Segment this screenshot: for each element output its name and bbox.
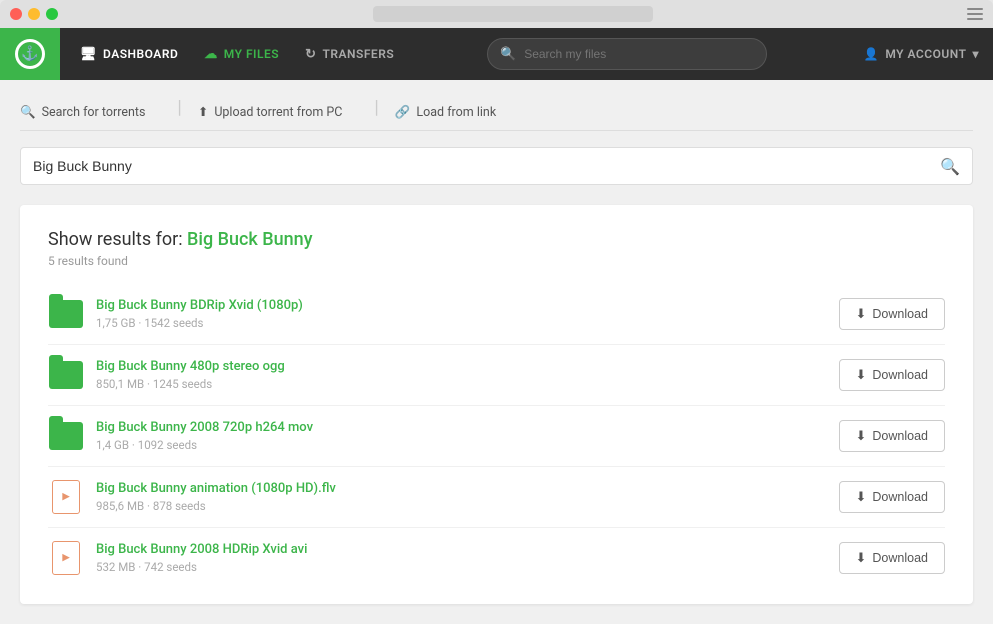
result-name[interactable]: Big Buck Bunny BDRip Xvid (1080p) — [96, 298, 839, 313]
download-button[interactable]: ⬇ Download — [839, 420, 946, 452]
nav-search-bar[interactable]: 🔍 — [487, 38, 767, 70]
account-icon: 👤 — [864, 47, 879, 61]
nav-search-input[interactable] — [524, 47, 754, 61]
folder-icon — [49, 300, 83, 328]
chevron-down-icon: ▾ — [972, 47, 979, 61]
navbar: ⚓ 🖥 DASHBOARD ☁ MY FILES ↻ TRANSFERS 🔍 👤… — [0, 28, 993, 80]
tab-load-link[interactable]: 🔗 Load from link — [395, 97, 512, 130]
result-meta: 532 MB · 742 seeds — [96, 560, 197, 574]
folder-icon — [49, 422, 83, 450]
download-icon: ⬇ — [856, 306, 867, 322]
url-bar[interactable] — [373, 6, 653, 22]
tab-load-label: Load from link — [416, 105, 496, 120]
result-icon — [48, 296, 84, 332]
result-meta: 985,6 MB · 878 seeds — [96, 499, 206, 513]
maximize-dot[interactable] — [46, 8, 58, 20]
dashboard-icon: 🖥 — [80, 47, 97, 62]
cloud-icon: ☁ — [204, 47, 218, 62]
close-dot[interactable] — [10, 8, 22, 20]
result-icon: ▶ — [48, 479, 84, 515]
nav-transfers-label: TRANSFERS — [323, 47, 395, 61]
download-icon: ⬇ — [856, 489, 867, 505]
search-tab-icon: 🔍 — [20, 105, 36, 120]
download-label: Download — [872, 368, 928, 382]
folder-icon — [49, 361, 83, 389]
nav-account[interactable]: 👤 MY ACCOUNT ▾ — [850, 41, 993, 67]
main-content: 🔍 Search for torrents | ⬆ Upload torrent… — [0, 80, 993, 624]
transfers-icon: ↻ — [305, 47, 316, 62]
torrent-search-input[interactable] — [33, 148, 940, 184]
result-meta: 1,4 GB · 1092 seeds — [96, 438, 197, 452]
result-info: Big Buck Bunny animation (1080p HD).flv … — [96, 481, 839, 514]
result-name[interactable]: Big Buck Bunny 2008 720p h264 mov — [96, 420, 839, 435]
window-controls — [10, 8, 58, 20]
result-info: Big Buck Bunny 2008 720p h264 mov 1,4 GB… — [96, 420, 839, 453]
result-icon: ▶ — [48, 540, 84, 576]
result-item: ▶ Big Buck Bunny 2008 HDRip Xvid avi 532… — [48, 528, 945, 588]
nav-logo[interactable]: ⚓ — [0, 28, 60, 80]
tab-upload-label: Upload torrent from PC — [214, 105, 342, 120]
download-label: Download — [872, 307, 928, 321]
download-label: Download — [872, 551, 928, 565]
tab-search-label: Search for torrents — [42, 105, 146, 120]
hamburger-menu[interactable] — [967, 8, 983, 20]
nav-dashboard-label: DASHBOARD — [103, 47, 178, 61]
results-list: Big Buck Bunny BDRip Xvid (1080p) 1,75 G… — [48, 284, 945, 588]
results-query: Big Buck Bunny — [187, 229, 313, 250]
file-icon: ▶ — [52, 480, 80, 514]
nav-account-label: MY ACCOUNT — [885, 47, 966, 61]
link-tab-icon: 🔗 — [395, 105, 411, 120]
upload-tab-icon: ⬆ — [198, 104, 208, 120]
menu-line — [967, 8, 983, 10]
minimize-dot[interactable] — [28, 8, 40, 20]
titlebar — [0, 0, 993, 28]
result-icon — [48, 418, 84, 454]
download-icon: ⬇ — [856, 428, 867, 444]
download-button[interactable]: ⬇ Download — [839, 542, 946, 574]
tab-upload-torrent[interactable]: ⬆ Upload torrent from PC — [198, 96, 359, 130]
download-icon: ⬇ — [856, 550, 867, 566]
tab-bar: 🔍 Search for torrents | ⬆ Upload torrent… — [20, 96, 973, 131]
nav-dashboard[interactable]: 🖥 DASHBOARD — [70, 41, 188, 68]
results-card: Show results for: Big Buck Bunny 5 resul… — [20, 205, 973, 604]
tab-separator-2: | — [374, 99, 378, 127]
file-icon: ▶ — [52, 541, 80, 575]
menu-line — [967, 18, 983, 20]
nav-transfers[interactable]: ↻ TRANSFERS — [295, 41, 404, 68]
result-item: Big Buck Bunny BDRip Xvid (1080p) 1,75 G… — [48, 284, 945, 345]
results-prefix: Show results for: — [48, 229, 183, 250]
download-button[interactable]: ⬇ Download — [839, 359, 946, 391]
result-name[interactable]: Big Buck Bunny 2008 HDRip Xvid avi — [96, 542, 839, 557]
nav-my-files[interactable]: ☁ MY FILES — [194, 41, 289, 68]
result-item: ▶ Big Buck Bunny animation (1080p HD).fl… — [48, 467, 945, 528]
url-bar-container — [58, 6, 967, 22]
download-label: Download — [872, 490, 928, 504]
result-info: Big Buck Bunny 480p stereo ogg 850,1 MB … — [96, 359, 839, 392]
menu-line — [967, 13, 983, 15]
result-icon — [48, 357, 84, 393]
download-icon: ⬇ — [856, 367, 867, 383]
result-item: Big Buck Bunny 480p stereo ogg 850,1 MB … — [48, 345, 945, 406]
nav-search-container: 🔍 — [404, 38, 850, 70]
nav-search-icon: 🔍 — [500, 47, 516, 62]
torrent-search-container: 🔍 — [20, 147, 973, 185]
tab-search-torrents[interactable]: 🔍 Search for torrents — [20, 97, 161, 130]
download-label: Download — [872, 429, 928, 443]
result-item: Big Buck Bunny 2008 720p h264 mov 1,4 GB… — [48, 406, 945, 467]
result-info: Big Buck Bunny 2008 HDRip Xvid avi 532 M… — [96, 542, 839, 575]
tab-separator-1: | — [177, 99, 181, 127]
logo-icon: ⚓ — [15, 39, 45, 69]
results-title: Show results for: Big Buck Bunny — [48, 229, 945, 250]
nav-items: 🖥 DASHBOARD ☁ MY FILES ↻ TRANSFERS — [70, 41, 404, 68]
result-meta: 850,1 MB · 1245 seeds — [96, 377, 212, 391]
result-info: Big Buck Bunny BDRip Xvid (1080p) 1,75 G… — [96, 298, 839, 331]
results-count: 5 results found — [48, 254, 945, 268]
download-button[interactable]: ⬇ Download — [839, 481, 946, 513]
download-button[interactable]: ⬇ Download — [839, 298, 946, 330]
result-name[interactable]: Big Buck Bunny animation (1080p HD).flv — [96, 481, 839, 496]
result-meta: 1,75 GB · 1542 seeds — [96, 316, 203, 330]
torrent-search-icon: 🔍 — [940, 157, 960, 176]
nav-my-files-label: MY FILES — [224, 47, 279, 61]
result-name[interactable]: Big Buck Bunny 480p stereo ogg — [96, 359, 839, 374]
